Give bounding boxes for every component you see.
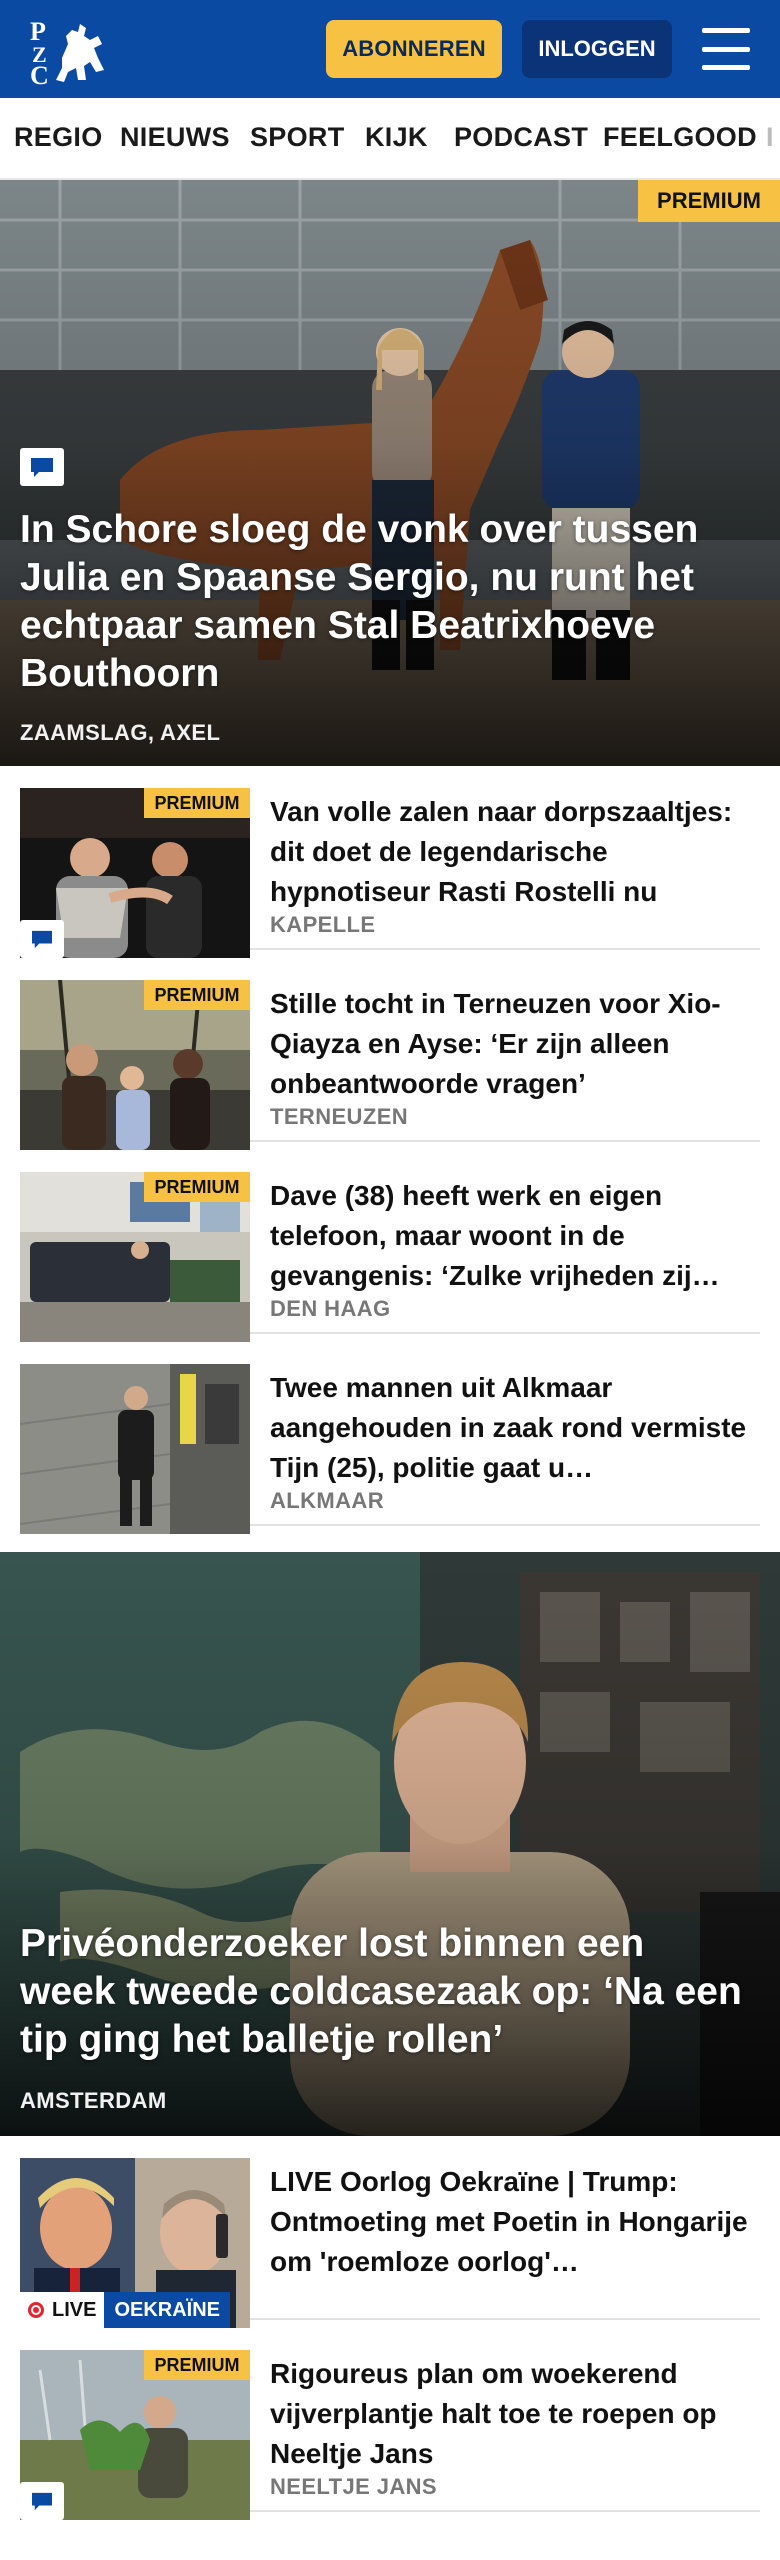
svg-text:C: C: [30, 61, 49, 86]
comment-icon: [20, 2482, 64, 2520]
nav-item-kijk[interactable]: KIJK: [365, 122, 428, 153]
feature-title[interactable]: Privéonderzoeker lost binnen een week tw…: [20, 1920, 750, 2064]
article-thumbnail: PREMIUM: [20, 1172, 250, 1342]
list-item[interactable]: PREMIUM Rigoureus plan om woekerend vijv…: [20, 2328, 760, 2520]
feature-article[interactable]: Privéonderzoeker lost binnen een week tw…: [0, 1552, 780, 2136]
comment-icon: [20, 448, 64, 486]
nav-item-sport[interactable]: SPORT: [250, 122, 345, 153]
list-item[interactable]: LIVE OEKRAÏNE LIVE Oorlog Oekraïne | Tru…: [20, 2136, 760, 2328]
premium-badge: PREMIUM: [144, 980, 250, 1010]
menu-line: [702, 28, 750, 33]
live-dot-icon: [28, 2302, 44, 2318]
article-thumbnail: PREMIUM: [20, 788, 250, 958]
nav-item-nieuws[interactable]: NIEUWS: [120, 122, 230, 153]
live-strip: LIVE OEKRAÏNE: [20, 2292, 231, 2328]
pzc-logo[interactable]: P Z C: [28, 14, 116, 90]
article-location: KAPELLE: [270, 912, 376, 937]
top-bar: P Z C ABONNEREN INLOGGEN: [0, 0, 780, 98]
nav-item-regio[interactable]: REGIO: [14, 122, 103, 153]
article-title[interactable]: LIVE Oorlog Oekraïne | Trump: Ontmoeting…: [270, 2162, 760, 2282]
list-item[interactable]: Twee mannen uit Alkmaar aangehouden in z…: [20, 1342, 760, 1534]
login-button[interactable]: INLOGGEN: [522, 20, 672, 78]
live-label: LIVE: [52, 2298, 97, 2321]
topic-badge[interactable]: OEKRAÏNE: [104, 2292, 231, 2328]
article-title[interactable]: Van volle zalen naar dorpszaal­tjes: dit…: [270, 792, 760, 912]
section-nav: REGIO NIEUWS SPORT KIJK PODCAST FEELGOOD…: [0, 98, 780, 180]
article-thumbnail: PREMIUM: [20, 2350, 250, 2520]
article-location: TERNEUZEN: [270, 1104, 409, 1129]
menu-line: [702, 46, 750, 52]
article-thumbnail: [20, 1364, 250, 1534]
premium-badge: PREMIUM: [638, 180, 780, 222]
feature-location: AMSTERDAM: [20, 2088, 167, 2113]
premium-badge: PREMIUM: [144, 2350, 250, 2380]
menu-line: [702, 65, 750, 70]
hamburger-menu-icon[interactable]: [700, 22, 752, 76]
list-item[interactable]: PREMIUM Stille tocht in Terneuzen voor X…: [20, 958, 760, 1150]
nav-item-podcast[interactable]: PODCAST: [454, 122, 588, 153]
hero-article[interactable]: PREMIUM In Schore sloeg de vonk over tus…: [0, 180, 780, 766]
article-title[interactable]: Rigoureus plan om woekerend vijverplantj…: [270, 2354, 760, 2474]
article-title[interactable]: Twee mannen uit Alkmaar aangehouden in z…: [270, 1368, 760, 1488]
subscribe-button[interactable]: ABONNEREN: [326, 20, 502, 78]
hero-title[interactable]: In Schore sloeg de vonk over tussen Juli…: [20, 506, 740, 698]
article-title[interactable]: Dave (38) heeft werk en eigen telefoon, …: [270, 1176, 760, 1296]
article-title[interactable]: Stille tocht in Terneuzen voor Xi­o-Qiay…: [270, 984, 760, 1104]
premium-badge: PREMIUM: [144, 1172, 250, 1202]
article-thumbnail: LIVE OEKRAÏNE: [20, 2158, 250, 2328]
article-location: DEN HAAG: [270, 1296, 391, 1321]
hero-location: ZAAMSLAG, AXEL: [20, 720, 221, 745]
comment-icon: [20, 920, 64, 958]
list-item[interactable]: PREMIUM Van volle zalen naar dorpszaal­t…: [20, 766, 760, 958]
article-location: ALKMAAR: [270, 1488, 385, 1513]
live-badge: LIVE: [20, 2292, 105, 2328]
list-item[interactable]: PREMIUM Dave (38) heeft werk en eigen te…: [20, 1150, 760, 1342]
article-thumbnail: PREMIUM: [20, 980, 250, 1150]
nav-item-overflow[interactable]: I: [766, 122, 774, 153]
nav-item-feelgood[interactable]: FEELGOOD: [603, 122, 757, 153]
premium-badge: PREMIUM: [144, 788, 250, 818]
article-location: NEELTJE JANS: [270, 2474, 437, 2499]
